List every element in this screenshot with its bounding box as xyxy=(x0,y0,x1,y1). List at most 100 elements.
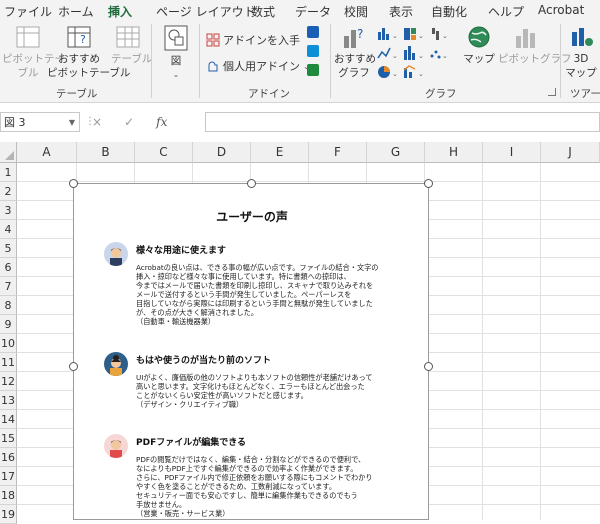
section-text-line: UIがよく、廉価版の他のソフトよりも本ソフトの信頼性が老舗だけあって xyxy=(136,373,373,382)
row-header-17[interactable]: 17 xyxy=(0,467,17,486)
svg-text:⌄: ⌄ xyxy=(418,70,424,78)
row-header-6[interactable]: 6 xyxy=(0,258,17,277)
insert-function-icon[interactable]: fx xyxy=(156,115,167,129)
tab-page-layout[interactable]: ページ レイアウト xyxy=(156,3,256,20)
row-header-18[interactable]: 18 xyxy=(0,486,17,505)
chevron-down-icon[interactable]: ▼ xyxy=(69,113,75,133)
chevron-down-icon: ⌄ xyxy=(172,70,180,79)
recommended-charts-button[interactable]: ? おすすめ グラフ xyxy=(334,24,376,80)
recommended-charts-label-2: グラフ xyxy=(338,67,370,79)
my-addins-button[interactable]: 個人用アドイン ⌄ xyxy=(206,58,310,74)
section-text-line: （営業・販売・サービス業） xyxy=(136,509,230,518)
column-header-a[interactable]: A xyxy=(17,142,77,163)
row-header-14[interactable]: 14 xyxy=(0,410,17,429)
cancel-icon[interactable]: × xyxy=(92,115,102,129)
svg-text:?: ? xyxy=(80,33,86,46)
section-text-line: が、その点が大きく解消されました。 xyxy=(136,308,259,317)
row-header-10[interactable]: 10 xyxy=(0,334,17,353)
select-all-button[interactable] xyxy=(0,142,17,163)
maps-button[interactable]: マップ xyxy=(462,24,496,66)
row-header-19[interactable]: 19 xyxy=(0,505,17,524)
tab-automate[interactable]: 自動化 xyxy=(431,3,467,20)
tab-data[interactable]: データ xyxy=(295,3,331,20)
row-header-7[interactable]: 7 xyxy=(0,277,17,296)
section-text-line: 手放せません。 xyxy=(136,500,187,509)
grid-line xyxy=(17,181,600,182)
table-label: テーブル xyxy=(111,53,153,65)
tab-file[interactable]: ファイル xyxy=(4,3,52,20)
svg-text:⌄: ⌄ xyxy=(418,52,424,60)
resize-handle-top[interactable] xyxy=(247,179,256,188)
resize-handle-top-right[interactable] xyxy=(424,179,433,188)
get-addins-label: アドインを入手 xyxy=(223,34,300,47)
table-button[interactable]: テーブル xyxy=(111,24,153,66)
tab-formulas[interactable]: 数式 xyxy=(251,3,275,20)
name-box[interactable]: 図 3 ▼ xyxy=(0,112,80,132)
svg-text:⌄: ⌄ xyxy=(418,32,424,40)
inserted-document-image[interactable]: ユーザーの声 様々な用途に使えます Acrobatの良い点は、できる事の幅が広い… xyxy=(73,183,429,520)
dialog-launcher-icon[interactable] xyxy=(548,88,556,96)
ribbon-separator xyxy=(199,24,200,98)
section-text-line: なによりもPDF上ですぐ編集ができるので効率よく作業ができます。 xyxy=(136,464,358,473)
svg-text:⌄: ⌄ xyxy=(442,52,448,60)
row-header-3[interactable]: 3 xyxy=(0,201,17,220)
row-header-4[interactable]: 4 xyxy=(0,220,17,239)
line-chart-icon xyxy=(377,47,391,59)
tab-help[interactable]: ヘルプ xyxy=(488,3,524,20)
tab-view[interactable]: 表示 xyxy=(389,3,413,20)
people-graph-icon[interactable] xyxy=(307,64,319,76)
column-header-f[interactable]: F xyxy=(309,142,367,163)
3d-map-icon xyxy=(572,28,593,46)
column-header-e[interactable]: E xyxy=(251,142,309,163)
row-header-13[interactable]: 13 xyxy=(0,391,17,410)
store-icon xyxy=(206,33,220,47)
recommended-pivot-label-2: ピボットテーブル xyxy=(47,67,131,79)
resize-handle-right[interactable] xyxy=(424,362,433,371)
row-header-5[interactable]: 5 xyxy=(0,239,17,258)
3d-map-button[interactable]: 3D マップ xyxy=(563,24,599,80)
pivot-chart-button[interactable]: ピボットグラフ xyxy=(498,24,572,66)
tab-insert[interactable]: 挿入 xyxy=(108,3,133,24)
recommended-charts-label: おすすめ xyxy=(334,53,376,65)
section-text-line: 挿入・掠印など様々な事に使用しています。特に書類への掠印は、 xyxy=(136,272,351,281)
bing-icon[interactable] xyxy=(307,45,319,57)
formula-bar: 図 3 ▼ ⋮ × ✓ fx xyxy=(0,110,600,136)
row-header-11[interactable]: 11 xyxy=(0,353,17,372)
row-header-16[interactable]: 16 xyxy=(0,448,17,467)
maps-label: マップ xyxy=(463,53,495,65)
row-header-8[interactable]: 8 xyxy=(0,296,17,315)
resize-handle-left[interactable] xyxy=(69,362,78,371)
section-text-line: セキュリティー面でも安心ですし、簡単に編集作業もできるのでもう xyxy=(136,491,358,500)
illustrations-button[interactable]: 図 ⌄ xyxy=(158,24,194,82)
tour-group-label: ツアー xyxy=(570,88,600,100)
column-header-d[interactable]: D xyxy=(193,142,251,163)
recommended-pivot-button[interactable]: ? おすすめ ピボットテーブル xyxy=(47,24,131,80)
3d-map-label-2: マップ xyxy=(565,67,597,79)
formula-input[interactable] xyxy=(205,112,600,132)
svg-text:?: ? xyxy=(357,27,363,41)
column-header-c[interactable]: C xyxy=(135,142,193,163)
row-header-1[interactable]: 1 xyxy=(0,163,17,182)
chart-group-label: グラフ xyxy=(425,88,457,100)
column-header-h[interactable]: H xyxy=(425,142,483,163)
column-header-b[interactable]: B xyxy=(77,142,135,163)
resize-handle-top-left[interactable] xyxy=(69,179,78,188)
row-header-2[interactable]: 2 xyxy=(0,182,17,201)
row-header-9[interactable]: 9 xyxy=(0,315,17,334)
enter-icon[interactable]: ✓ xyxy=(124,115,134,129)
statistic-chart-icon xyxy=(404,46,415,60)
formula-buttons: × ✓ fx xyxy=(92,112,167,132)
tab-home[interactable]: ホーム xyxy=(58,3,94,20)
row-header-12[interactable]: 12 xyxy=(0,372,17,391)
column-header-g[interactable]: G xyxy=(367,142,425,163)
column-header-j[interactable]: J xyxy=(541,142,600,163)
row-header-15[interactable]: 15 xyxy=(0,429,17,448)
column-header-i[interactable]: I xyxy=(483,142,541,163)
visio-icon[interactable] xyxy=(307,26,319,38)
tab-review[interactable]: 校閲 xyxy=(344,3,368,20)
hierarchy-chart-icon xyxy=(404,28,416,40)
addin-icon xyxy=(208,61,218,72)
tab-acrobat[interactable]: Acrobat xyxy=(538,3,584,17)
get-addins-button[interactable]: アドインを入手 xyxy=(206,32,300,48)
pie-chart-icon xyxy=(378,66,390,78)
